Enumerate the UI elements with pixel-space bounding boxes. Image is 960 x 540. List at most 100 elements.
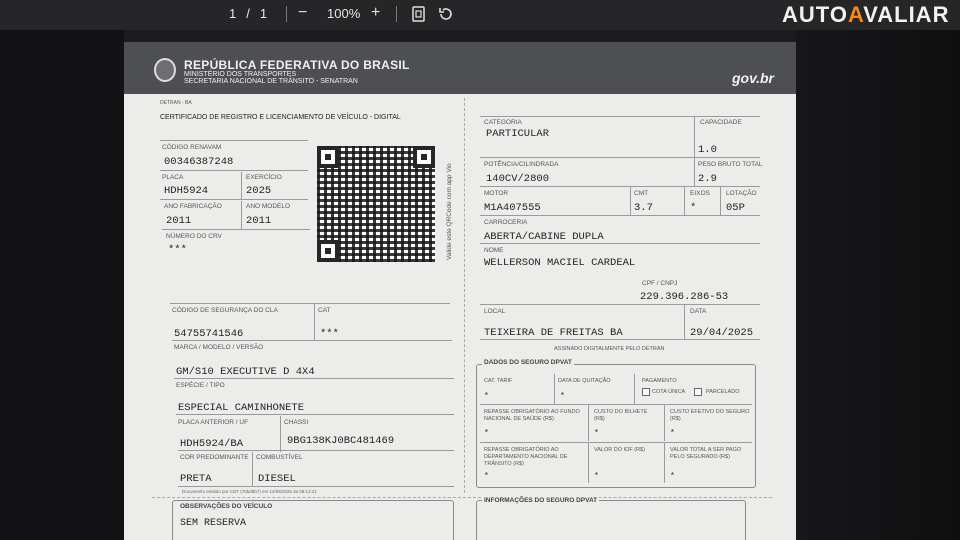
govbr-logo: gov.br [732,70,775,86]
capacidade-value: 1.0 [698,144,717,156]
field-line [480,157,760,158]
ano-fabricacao-value: 2011 [166,215,192,227]
field-divider [664,443,665,483]
qr-finder [317,240,339,262]
field-divider [280,416,281,452]
lotacao-label: LOTAÇÃO [726,190,757,197]
field-line [480,404,752,405]
info-dpvat-title: INFORMAÇÕES DO SEGURO DPVAT [482,497,600,504]
cat-label: CAT [318,307,331,314]
zoom-out-button[interactable]: − [298,4,307,22]
autoavaliar-logo: AUTOAVALIAR [782,2,949,28]
parcelado-checkbox[interactable] [694,388,702,396]
field-line [160,140,308,141]
cmt-value: 3.7 [634,202,653,214]
motor-label: MOTOR [484,190,509,197]
exercicio-label: EXERCÍCIO [246,174,282,181]
capacidade-label: CAPACIDADE [700,119,742,126]
data-quitacao-value: * [560,392,565,401]
cor-value: PRETA [180,473,212,485]
marca-value: GM/S10 EXECUTIVE D 4X4 [176,366,315,378]
repasse-denatran-value: * [484,472,489,481]
custo-efetivo-label: CUSTO EFETIVO DO SEGURO (R$) [670,409,750,423]
valor-total-value: * [670,472,675,481]
brazil-coat-of-arms-icon [154,58,176,82]
local-label: LOCAL [484,308,506,315]
qr-validation-text: Valide este QRCode com app Vio [446,163,453,260]
combustivel-value: DIESEL [258,473,296,485]
field-divider [694,158,695,186]
rotate-icon[interactable] [438,6,454,27]
field-divider [554,374,555,404]
categoria-label: CATEGORIA [484,119,522,126]
page-indicator[interactable]: 1 / 1 [224,6,272,21]
field-divider [252,452,253,486]
cpf-label: CPF / CNPJ [642,280,678,287]
potencia-label: POTÊNCIA/CILINDRADA [484,161,559,168]
exercicio-value: 2025 [246,185,272,197]
page-current[interactable]: 1 [229,6,236,21]
data-label: DATA [690,308,707,315]
seguranca-cla-value: 54755741546 [174,328,244,340]
ano-fabricacao-label: ANO FABRICAÇÃO [164,203,222,210]
field-line [162,229,310,230]
field-divider [630,187,631,215]
brand-part: AUTO [782,2,848,27]
renavam-value: 00346387248 [164,156,234,168]
header-title: REPÚBLICA FEDERATIVA DO BRASIL [184,58,410,72]
field-line [480,116,760,117]
dpvat-title: DADOS DO SEGURO DPVAT [482,359,574,366]
header-secretariat: SECRETARIA NACIONAL DE TRÂNSITO - SENATR… [184,78,358,85]
zoom-in-button[interactable]: + [371,4,380,22]
chassi-value: 9BG138KJ0BC481469 [287,435,395,447]
field-line [176,414,454,415]
page-total: 1 [259,6,268,21]
custo-bilhete-label: CUSTO DO BILHETE (R$) [594,409,648,423]
field-line [480,186,760,187]
qr-finder [317,146,339,168]
field-divider [241,172,242,199]
nome-label: NOME [484,247,504,254]
cota-unica-checkbox[interactable] [642,388,650,396]
chassi-label: CHASSI [284,419,309,426]
cat-tarif-label: CAT. TARIF [484,378,513,384]
field-line [160,170,308,171]
header-ministry: MINISTÉRIO DOS TRANSPORTES [184,71,297,78]
placa-label: PLACA [162,174,184,181]
field-line [480,243,760,244]
field-line [480,304,760,305]
field-divider [694,117,695,157]
lotacao-value: 05P [726,202,745,214]
valor-iof-value: * [594,472,599,481]
field-line [480,442,752,443]
peso-label: PESO BRUTO TOTAL [698,161,763,168]
cota-unica-label: COTA ÚNICA [652,389,686,395]
zoom-level[interactable]: 100% [327,6,360,21]
seguranca-cla-label: CÓDIGO DE SEGURANÇA DO CLA [172,307,278,314]
valor-total-label: VALOR TOTAL A SER PAGO PELO SEGURADO (R$… [670,447,742,461]
eixos-label: EIXOS [690,190,710,197]
page-separator: / [246,6,250,21]
marca-label: MARCA / MODELO / VERSÃO [174,344,264,351]
detran-label: DETRAN - BA [160,100,192,106]
field-line [160,199,308,200]
observacoes-title: OBSERVAÇÕES DO VEÍCULO [180,503,273,510]
field-line [174,378,454,379]
especie-label: ESPÉCIE / TIPO [176,382,225,389]
ano-modelo-value: 2011 [246,215,272,227]
cat-tarif-value: * [484,392,489,401]
assinado-note: ASSINADO DIGITALMENTE PELO DETRAN [554,346,665,352]
pdf-viewer-toolbar: 1 / 1 − 100% + AUTOAVALIAR [0,0,960,30]
qr-code [317,146,435,262]
potencia-value: 140CV/2800 [486,173,550,185]
fit-page-icon[interactable] [412,6,425,27]
data-value: 29/04/2025 [690,327,754,339]
toolbar-divider [286,6,287,22]
pagamento-label: PAGAMENTO [642,378,677,384]
cpf-value: 229.396.286-53 [640,291,729,303]
especie-value: ESPECIAL CAMINHONETE [178,402,305,414]
field-divider [588,443,589,483]
dpvat-box [476,364,756,488]
emission-footnote: Documento emitido por CDT (75bd5b7) em 1… [182,489,317,494]
field-line [178,450,454,451]
